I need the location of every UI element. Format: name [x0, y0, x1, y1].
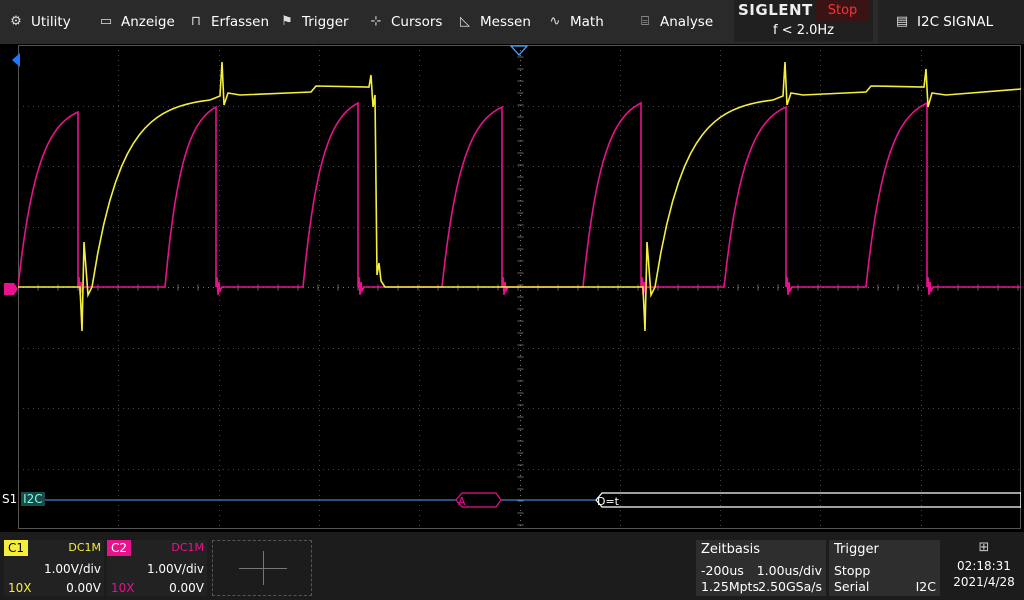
- flag-icon: ⚑: [281, 14, 293, 29]
- acquire-icon: ⊓: [190, 14, 202, 29]
- run-status-badge[interactable]: Stop: [815, 0, 870, 22]
- brand-logo: SIGLENT: [738, 1, 813, 19]
- network-icon: ⊞: [978, 540, 990, 555]
- channel-1-offset: 0.00V: [66, 581, 101, 595]
- channel-1-vdiv: 1.00V/div: [43, 562, 101, 576]
- analyse-icon: ⌸: [641, 14, 649, 29]
- trigger-delay-marker[interactable]: [510, 45, 528, 57]
- channel-1-coupling: DC1M: [68, 541, 101, 554]
- menu-erfassen[interactable]: ⊓ Erfassen: [188, 0, 269, 44]
- menu-anzeige[interactable]: ▭ Anzeige: [98, 0, 175, 44]
- gear-icon: ⚙: [10, 14, 22, 29]
- channel-1-tag: C1: [4, 540, 29, 556]
- clock-time: 02:18:31: [957, 559, 1011, 573]
- menu-trigger[interactable]: ⚑ Trigger: [279, 0, 348, 44]
- menu-utility[interactable]: ⚙ Utility: [8, 0, 71, 44]
- menu-messen[interactable]: ◺ Messen: [457, 0, 531, 44]
- math-icon: ∿: [549, 14, 561, 29]
- trigger-position-marker[interactable]: [12, 53, 20, 67]
- menu-analyse[interactable]: ⌸ Analyse: [637, 0, 713, 44]
- channel-2-tag: C2: [107, 540, 132, 556]
- timebase-delay: -200us: [701, 563, 744, 578]
- decode-frame-data-label: D=t: [597, 495, 620, 508]
- trigger-mode: Stopp: [834, 563, 871, 578]
- timebase-sample-rate: 2.50GSa/s: [758, 579, 822, 594]
- decode-menu-label: I2C SIGNAL: [917, 14, 994, 30]
- add-channel-button[interactable]: [212, 540, 312, 596]
- clock-date: 2021/4/28: [953, 575, 1015, 589]
- trigger-title: Trigger: [834, 542, 879, 557]
- menu-math[interactable]: ∿ Math: [547, 0, 604, 44]
- channel-2-panel[interactable]: C2 DC1M 1.00V/div 10X 0.00V: [107, 540, 207, 596]
- decode-bus-label: S1 I2C: [2, 492, 45, 506]
- channel-2-probe: 10X: [111, 581, 135, 595]
- channel-1-panel[interactable]: C1 DC1M 1.00V/div 10X 0.00V: [4, 540, 104, 596]
- measure-icon: ◺: [460, 14, 470, 29]
- channel-2-coupling: DC1M: [171, 541, 204, 554]
- clock-panel: ⊞ 02:18:31 2021/4/28: [947, 540, 1021, 596]
- decode-menu[interactable]: ▤ I2C SIGNAL: [878, 0, 1024, 44]
- channel-2-vdiv: 1.00V/div: [146, 562, 204, 576]
- trigger-type: Serial: [834, 579, 870, 594]
- decode-frame-data[interactable]: [595, 492, 1021, 508]
- channel-1-trace: [18, 61, 1021, 332]
- decode-frame-address-label: A: [458, 495, 466, 508]
- crosshair-icon: ⊹: [370, 14, 382, 29]
- trigger-panel[interactable]: Trigger Stopp Serial I2C: [829, 540, 940, 596]
- marker-strip: [4, 53, 20, 295]
- timebase-tdiv: 1.00us/div: [756, 563, 822, 578]
- waveform-display[interactable]: A D=t: [18, 45, 1021, 529]
- trigger-delay-icon: [510, 45, 528, 56]
- timebase-title: Zeitbasis: [701, 542, 760, 557]
- monitor-icon: ▭: [99, 14, 113, 29]
- timebase-panel[interactable]: Zeitbasis -200us 1.00us/div 1.25Mpts 2.5…: [696, 540, 826, 596]
- decode-protocol-tag: I2C: [21, 492, 45, 506]
- channel-2-offset: 0.00V: [169, 581, 204, 595]
- channel-2-trace: [18, 101, 1021, 296]
- menu-bar: ⚙ Utility ▭ Anzeige ⊓ Erfassen ⚑ Trigger ⊹ Cu…: [0, 0, 1024, 44]
- document-icon: ▤: [895, 14, 909, 29]
- trigger-source: I2C: [915, 579, 936, 594]
- channel-2-offset-marker[interactable]: [4, 283, 18, 295]
- trigger-frequency: f < 2.0Hz: [772, 23, 834, 38]
- menu-cursors[interactable]: ⊹ Cursors: [368, 0, 443, 44]
- timebase-points: 1.25Mpts: [701, 579, 759, 594]
- channel-1-probe: 10X: [8, 581, 32, 595]
